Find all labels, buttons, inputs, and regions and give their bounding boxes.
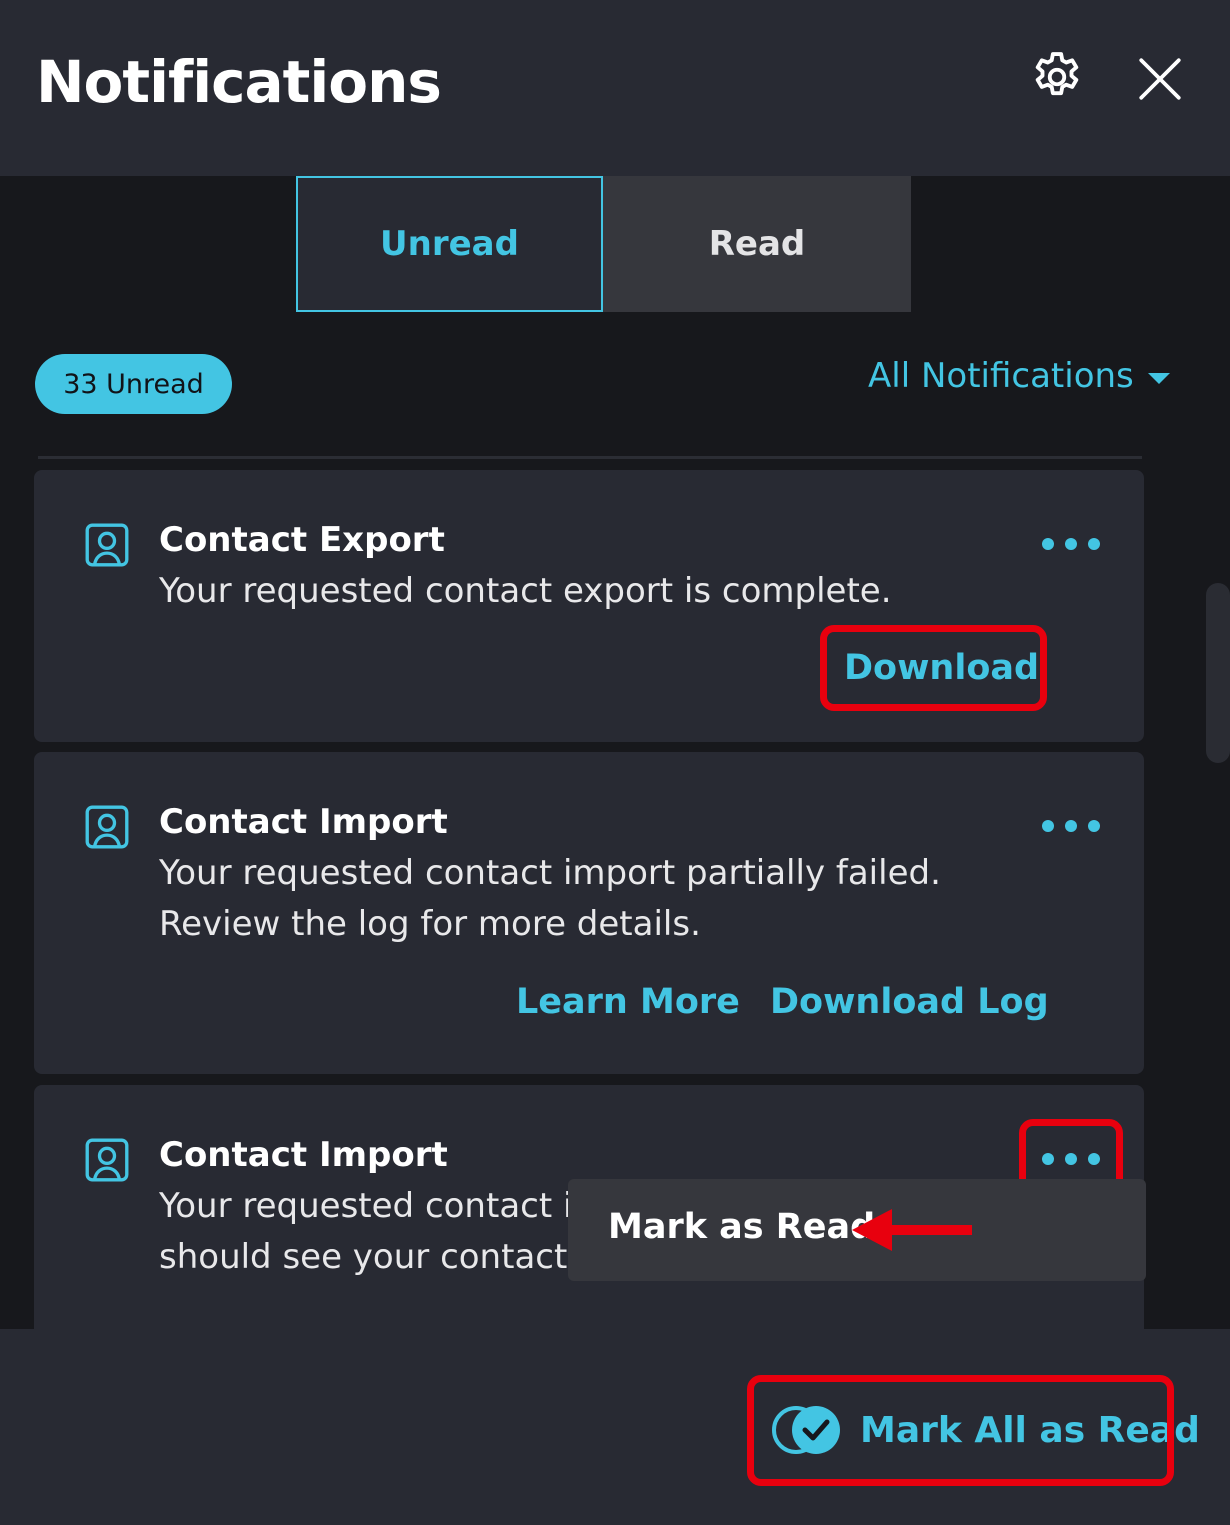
notification-body-line: should see your contacts [159, 1237, 586, 1277]
learn-more-link[interactable]: Learn More [516, 982, 740, 1022]
close-icon[interactable] [1135, 54, 1185, 104]
notification-title: Contact Export [159, 520, 445, 560]
caret-down-icon [1147, 372, 1170, 384]
notification-body-line: Your requested contact import partially … [159, 853, 941, 893]
more-options-icon[interactable] [1042, 536, 1100, 552]
contact-icon [85, 805, 129, 849]
mark-as-read-menu-item[interactable]: Mark as Read [608, 1207, 875, 1247]
notification-card: Contact Import Your requested contact im… [34, 752, 1144, 1074]
notification-body: Your requested contact export is complet… [159, 566, 892, 617]
panel-header: Notifications [0, 0, 1230, 176]
notification-body-line: Your requested contact export is complet… [159, 571, 892, 611]
notification-body: Your requested contact ir should see you… [159, 1181, 586, 1283]
notification-body: Your requested contact import partially … [159, 848, 941, 950]
annotation-arrow-icon [852, 1209, 972, 1251]
notification-title: Contact Import [159, 1135, 448, 1175]
contact-icon [85, 523, 129, 567]
divider [38, 456, 1142, 459]
annotation-highlight-mark-all [747, 1375, 1174, 1486]
notification-body-line: Review the log for more details. [159, 904, 701, 944]
download-log-link[interactable]: Download Log [770, 982, 1049, 1022]
filter-label: All Notifications [868, 356, 1134, 396]
tab-unread[interactable]: Unread [296, 176, 603, 312]
tab-read[interactable]: Read [603, 176, 911, 312]
unread-count-badge: 33 Unread [35, 354, 232, 414]
page-title: Notifications [36, 48, 442, 116]
annotation-highlight-download [820, 625, 1047, 711]
notification-title: Contact Import [159, 802, 448, 842]
more-options-icon[interactable] [1042, 818, 1100, 834]
scrollbar-thumb[interactable] [1206, 583, 1230, 763]
notification-filter-dropdown[interactable]: All Notifications [868, 356, 1170, 396]
notification-body-line: Your requested contact ir [159, 1186, 587, 1226]
gear-icon[interactable] [1028, 48, 1086, 106]
contact-icon [85, 1138, 129, 1182]
